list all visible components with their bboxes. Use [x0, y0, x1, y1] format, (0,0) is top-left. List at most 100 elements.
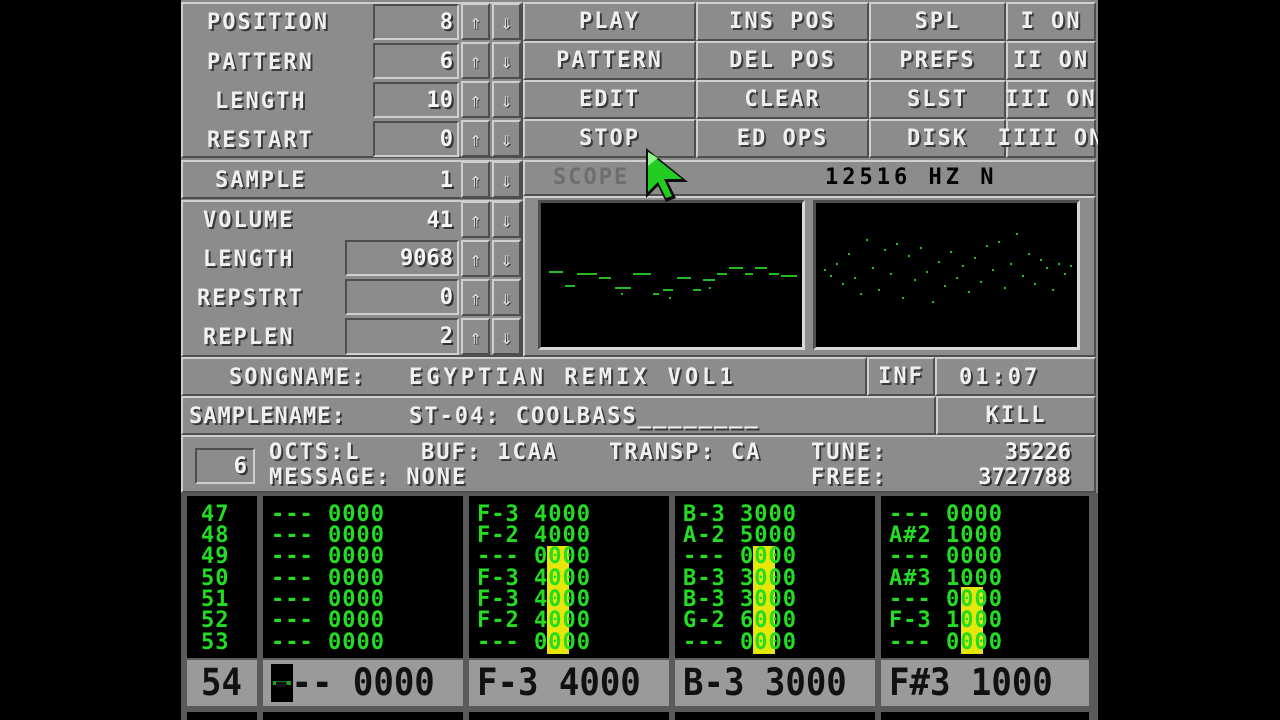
sample-length-label: LENGTH [203, 247, 295, 272]
current-row-track-3[interactable]: B-3 3000 [675, 660, 875, 706]
down-arrow-icon: ⇓ [500, 167, 513, 192]
sample-value: 1 [439, 168, 453, 193]
sample-length-down-button[interactable]: ⇓ [492, 240, 521, 277]
ins-pos-button[interactable]: INS POS [696, 2, 869, 41]
up-arrow-icon: ⇑ [469, 285, 482, 310]
songname-value[interactable]: EGYPTIAN REMIX VOL1 [409, 367, 737, 389]
track-cell[interactable]: F-3 1000 [889, 609, 1003, 631]
row-number-column: 47 48 49 50 51 52 53 [187, 496, 257, 658]
volume-up-button[interactable]: ⇑ [461, 201, 490, 238]
restart-up-button[interactable]: ⇑ [461, 120, 490, 157]
sample-up-button[interactable]: ⇑ [461, 161, 490, 198]
position-down-button[interactable]: ⇓ [492, 3, 521, 40]
tune-label: TUNE: [811, 440, 888, 465]
current-row-cell[interactable]: B-3 3000 [683, 658, 847, 709]
play-button[interactable]: PLAY [523, 2, 696, 41]
track-3[interactable]: B-3 3000 A-2 5000 --- 0000 B-3 3000 B-3 … [675, 496, 875, 658]
down-arrow-icon: ⇓ [500, 285, 513, 310]
repstrt-label: REPSTRT [197, 286, 304, 311]
pattern-up-button[interactable]: ⇑ [461, 42, 490, 79]
volume-value: 41 [426, 208, 454, 233]
row-number: 52 [201, 608, 230, 633]
slst-button[interactable]: SLST [869, 80, 1006, 119]
restart-down-button[interactable]: ⇓ [492, 120, 521, 157]
song-length-value: 10 [426, 88, 454, 113]
pattern-label: PATTERN [207, 50, 314, 75]
octave-setting: OCTS:L [269, 440, 361, 465]
track-cell[interactable]: --- 0000 [889, 545, 1003, 567]
samplename-value[interactable]: ST-04: COOLBASS________ [409, 406, 760, 428]
current-row-track-4[interactable]: F#3 1000 [881, 660, 1089, 706]
current-row-number-cell: 54 [187, 660, 257, 706]
scope-right-waveform [824, 233, 1072, 303]
position-up-button[interactable]: ⇑ [461, 3, 490, 40]
ed-ops-button[interactable]: ED OPS [696, 119, 869, 158]
track-cell[interactable]: --- 0000 [477, 631, 591, 653]
samplename-label: SAMPLENAME: [189, 404, 346, 429]
scope-left-waveform [549, 267, 797, 299]
kill-button[interactable]: KILL [936, 396, 1096, 435]
down-arrow-icon: ⇓ [500, 87, 513, 112]
scope-left [538, 200, 805, 350]
inf-button[interactable]: INF [867, 357, 935, 396]
current-row-cell[interactable]: F#3 1000 [889, 658, 1053, 709]
track-1[interactable]: --- 0000 --- 0000 --- 0000 --- 0000 --- … [263, 496, 463, 658]
channel-4-toggle[interactable]: IIII ON [998, 119, 1098, 158]
scope-frequency: 12516 HZ N [825, 165, 998, 190]
up-arrow-icon: ⇑ [469, 9, 482, 34]
down-arrow-icon: ⇓ [500, 207, 513, 232]
down-arrow-icon: ⇓ [500, 246, 513, 271]
channel-2-toggle[interactable]: II ON [1006, 41, 1096, 80]
clear-button[interactable]: CLEAR [696, 80, 869, 119]
sample-length-value: 9068 [400, 246, 453, 271]
current-number: 6 [233, 454, 247, 479]
pattern-button[interactable]: PATTERN [523, 41, 696, 80]
pattern-value: 6 [439, 49, 453, 74]
current-row-cell[interactable]: --- 0000 [271, 658, 435, 709]
scope-label[interactable]: SCOPE [553, 167, 629, 189]
current-row-track-1[interactable]: --- 0000 [263, 660, 463, 706]
channel-3-toggle[interactable]: III ON [1005, 80, 1096, 119]
spl-button[interactable]: SPL [869, 2, 1006, 41]
position-value: 8 [439, 10, 453, 35]
repstrt-up-button[interactable]: ⇑ [461, 279, 490, 316]
del-pos-button[interactable]: DEL POS [696, 41, 869, 80]
disk-button[interactable]: DISK [869, 119, 1006, 158]
repstrt-down-button[interactable]: ⇓ [492, 279, 521, 316]
edit-button[interactable]: EDIT [523, 80, 696, 119]
down-arrow-icon: ⇓ [500, 48, 513, 73]
track-cell[interactable]: --- 0000 [683, 631, 797, 653]
position-label: POSITION [207, 10, 329, 35]
up-arrow-icon: ⇑ [469, 167, 482, 192]
replen-up-button[interactable]: ⇑ [461, 318, 490, 355]
volume-down-button[interactable]: ⇓ [492, 201, 521, 238]
track-2[interactable]: F-3 4000 F-2 4000 --- 0000 F-3 4000 F-3 … [469, 496, 669, 658]
prefs-button[interactable]: PREFS [869, 41, 1006, 80]
up-arrow-icon: ⇑ [469, 207, 482, 232]
track-cell[interactable]: --- 0000 [271, 631, 385, 653]
track-4[interactable]: --- 0000 A#2 1000 --- 0000 A#3 1000 --- … [881, 496, 1089, 658]
track-cell[interactable]: --- 0000 [683, 545, 797, 567]
songname-label: SONGNAME: [229, 365, 367, 390]
track-cell[interactable]: F-2 4000 [477, 609, 591, 631]
channel-1-toggle[interactable]: I ON [1006, 2, 1096, 41]
down-arrow-icon: ⇓ [500, 9, 513, 34]
sample-down-button[interactable]: ⇓ [492, 161, 521, 198]
track-cell[interactable]: --- 0000 [271, 609, 385, 631]
replen-down-button[interactable]: ⇓ [492, 318, 521, 355]
track-cell[interactable]: --- 0000 [889, 631, 1003, 653]
track-cell[interactable]: --- 0000 [271, 545, 385, 567]
track-cell[interactable]: --- 0000 [477, 545, 591, 567]
current-row-track-2[interactable]: F-3 4000 [469, 660, 669, 706]
song-length-down-button[interactable]: ⇓ [492, 81, 521, 118]
song-length-up-button[interactable]: ⇑ [461, 81, 490, 118]
up-arrow-icon: ⇑ [469, 324, 482, 349]
green-arrow-cursor-icon [646, 148, 688, 202]
sample-length-up-button[interactable]: ⇑ [461, 240, 490, 277]
current-row-cell[interactable]: F-3 4000 [477, 658, 641, 709]
track-cell[interactable]: G-2 6000 [683, 609, 797, 631]
replen-value: 2 [439, 324, 453, 349]
pattern-down-button[interactable]: ⇓ [492, 42, 521, 79]
time-display: 01:07 [959, 365, 1041, 390]
down-arrow-icon: ⇓ [500, 324, 513, 349]
